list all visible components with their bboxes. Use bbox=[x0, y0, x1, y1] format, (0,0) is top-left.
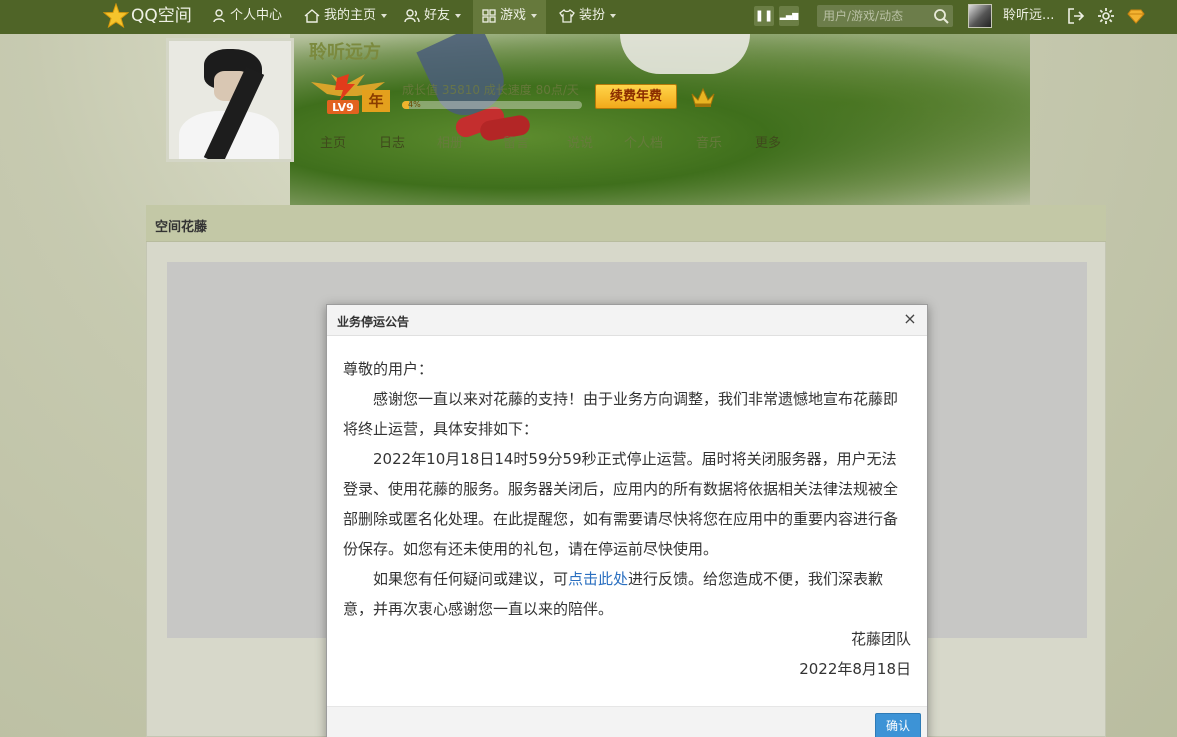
search-icon[interactable] bbox=[933, 8, 949, 24]
signature: 花藤团队 bbox=[850, 630, 911, 648]
level-label: LV9 bbox=[332, 101, 354, 114]
annual-vip-tag: 年 bbox=[362, 90, 390, 112]
dialog-title: 业务停运公告 bbox=[337, 315, 410, 329]
grid-icon bbox=[482, 8, 496, 23]
person-icon bbox=[213, 8, 225, 22]
confirm-button[interactable]: 确认 bbox=[875, 713, 921, 737]
username-label[interactable]: 聆听远... bbox=[1003, 0, 1054, 34]
dialog-footer: 确认 bbox=[327, 706, 927, 737]
stats-button[interactable]: ▂▄▆ bbox=[779, 6, 799, 26]
nav-my-homepage-label: 我的主页 bbox=[324, 8, 377, 23]
app-panel-header bbox=[146, 205, 1106, 242]
gear-icon[interactable] bbox=[1097, 7, 1115, 25]
profile-tab-profile[interactable]: 个人档 bbox=[624, 132, 663, 151]
pause-button[interactable]: ❚❚ bbox=[754, 6, 774, 26]
nav-personal-center[interactable]: 个人中心 bbox=[212, 0, 282, 34]
dialog-header: 业务停运公告 × bbox=[327, 305, 927, 336]
qzone-logo-text[interactable]: QQ空间 bbox=[131, 0, 192, 34]
profile-tab-album[interactable]: 相册 bbox=[437, 132, 463, 151]
nav-games-label: 游戏 bbox=[500, 8, 527, 23]
profile-name[interactable]: 聆听远方 bbox=[309, 38, 381, 64]
chevron-down-icon bbox=[531, 13, 538, 18]
growth-progress-bar bbox=[402, 101, 582, 109]
close-icon[interactable]: × bbox=[902, 311, 918, 327]
shutdown-notice-dialog: 业务停运公告 × 尊敬的用户： 感谢您一直以来对花藤的支持！由于业务方向调整，我… bbox=[326, 304, 928, 737]
nav-decorate[interactable]: 装扮 bbox=[559, 0, 617, 34]
feedback-link[interactable]: 点击此处 bbox=[568, 570, 628, 588]
growth-info: 成长值 35810 成长速度 80点/天 bbox=[402, 83, 579, 97]
notice-date: 2022年8月18日 bbox=[799, 660, 911, 678]
profile-tab-music[interactable]: 音乐 bbox=[696, 132, 722, 151]
diamond-vip-icon[interactable] bbox=[1127, 7, 1145, 25]
chevron-down-icon bbox=[455, 13, 462, 18]
crown-icon[interactable] bbox=[690, 86, 716, 108]
chevron-down-icon bbox=[610, 13, 617, 18]
nav-my-homepage[interactable]: 我的主页 bbox=[304, 0, 388, 34]
notice-paragraph-2: 2022年10月18日14时59分59秒正式停止运营。届时将关闭服务器，用户无法… bbox=[343, 450, 899, 558]
friends-icon bbox=[404, 8, 420, 22]
nav-friends-label: 好友 bbox=[424, 8, 451, 23]
greeting-text: 尊敬的用户： bbox=[343, 360, 434, 378]
logout-icon[interactable] bbox=[1067, 7, 1085, 25]
profile-tab-more[interactable]: 更多 bbox=[755, 132, 781, 151]
top-navigation-bar: QQ空间 个人中心 我的主页 好友 游戏 装扮 ❚❚ ▂▄▆ 聆听远... bbox=[0, 0, 1177, 34]
nav-friends[interactable]: 好友 bbox=[404, 0, 462, 34]
cover-figure-shirt bbox=[620, 34, 750, 74]
nav-games[interactable]: 游戏 bbox=[473, 0, 547, 34]
notice-paragraph-3: 如果您有任何疑问或建议，可点击此处进行反馈。给您造成不便，我们深表歉意，并再次衷… bbox=[343, 564, 911, 624]
paragraph-3-text: 如果您有任何疑问或建议，可 bbox=[373, 570, 569, 588]
shirt-icon bbox=[559, 8, 575, 23]
dialog-body: 尊敬的用户： 感谢您一直以来对花藤的支持！由于业务方向调整，我们非常遗憾地宣布花… bbox=[327, 336, 927, 684]
renew-annual-button[interactable]: 续费年费 bbox=[595, 84, 677, 109]
nav-personal-center-label: 个人中心 bbox=[230, 8, 283, 23]
profile-avatar[interactable] bbox=[166, 38, 294, 162]
profile-tab-moments[interactable]: 说说 bbox=[567, 132, 593, 151]
profile-tab-home[interactable]: 主页 bbox=[320, 132, 346, 151]
profile-tab-message[interactable]: 留言 bbox=[503, 132, 529, 151]
growth-percent: 4% bbox=[408, 100, 421, 109]
profile-tab-blog[interactable]: 日志 bbox=[379, 132, 405, 151]
nav-decorate-label: 装扮 bbox=[579, 8, 606, 23]
app-panel-title: 空间花藤 bbox=[155, 220, 208, 235]
user-avatar-small[interactable] bbox=[968, 4, 992, 28]
chevron-down-icon bbox=[381, 13, 388, 18]
qzone-star-logo-icon[interactable] bbox=[103, 3, 129, 29]
notice-paragraph-1: 感谢您一直以来对花藤的支持！由于业务方向调整，我们非常遗憾地宣布花藤即将终止运营… bbox=[343, 390, 899, 438]
home-icon bbox=[304, 8, 320, 23]
